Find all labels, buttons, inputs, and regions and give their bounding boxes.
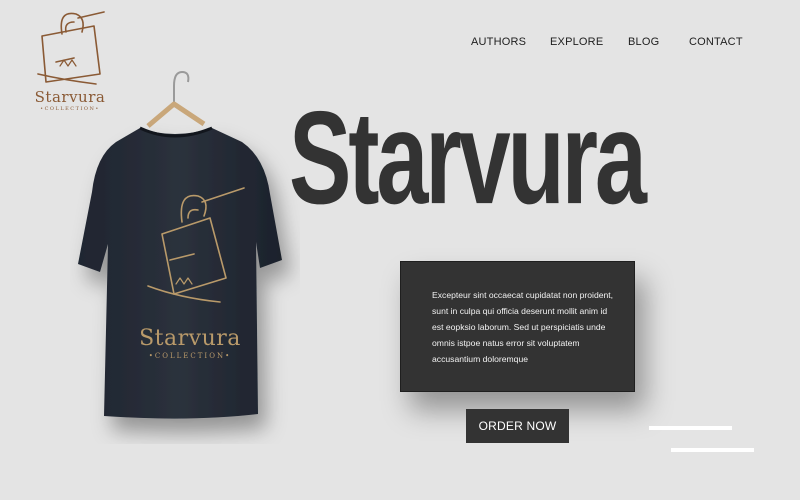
shirt-tagline: •COLLECTION• [148,352,232,360]
info-text: Excepteur sint occaecat cupidatat non pr… [432,290,614,364]
order-now-button[interactable]: ORDER NOW [466,409,569,443]
nav-explore-link[interactable]: EXPLORE [550,36,603,48]
nav-contact-link[interactable]: CONTACT [689,36,743,48]
shirt-wordmark: Starvura [139,326,241,351]
nav-blog-link[interactable]: BLOG [628,36,659,48]
decorative-line [649,426,732,430]
info-card: Excepteur sint occaecat cupidatat non pr… [400,261,635,392]
nav-authors-link[interactable]: AUTHORS [471,36,526,48]
tshirt-image: Starvura •COLLECTION• [70,64,300,444]
main-nav: AUTHORS EXPLORE BLOG CONTACT [0,36,800,50]
decorative-line [671,448,754,452]
hero-title: Starvura [289,84,647,232]
tshirt-hanger-illustration [78,70,282,419]
